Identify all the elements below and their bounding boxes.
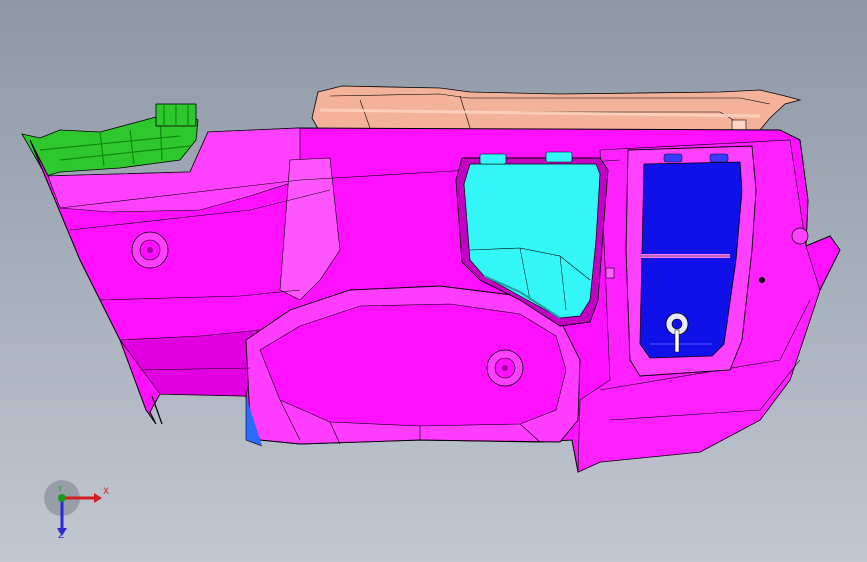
axis-y-label: Y	[58, 485, 63, 493]
boss-center[interactable]	[486, 349, 524, 387]
rear-panel-insert[interactable]	[625, 145, 757, 377]
top-cover[interactable]	[311, 85, 802, 133]
boss-left[interactable]	[131, 231, 169, 269]
cad-viewport[interactable]: X Y Z	[0, 0, 867, 562]
left-bracket[interactable]	[21, 103, 199, 177]
axis-z-label: Z	[58, 531, 65, 541]
axis-x-label: X	[103, 487, 110, 497]
3d-model-view[interactable]	[0, 0, 867, 562]
